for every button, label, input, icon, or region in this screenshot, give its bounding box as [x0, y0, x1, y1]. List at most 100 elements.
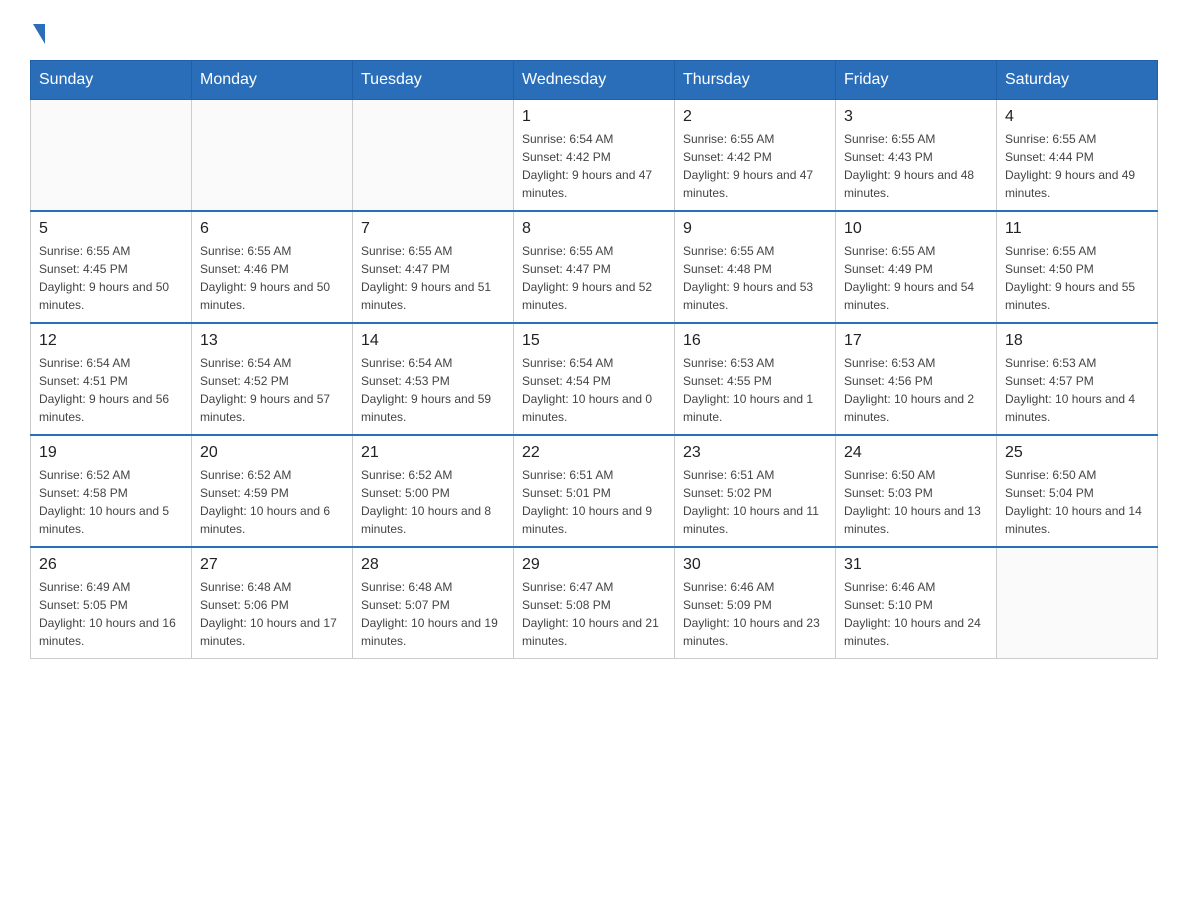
- day-info: Sunrise: 6:54 AM Sunset: 4:42 PM Dayligh…: [522, 130, 666, 202]
- weekday-header-friday: Friday: [836, 61, 997, 100]
- calendar-cell: 9 Sunrise: 6:55 AM Sunset: 4:48 PM Daylig…: [675, 211, 836, 323]
- day-number: 12: [39, 332, 183, 350]
- day-info: Sunrise: 6:51 AM Sunset: 5:02 PM Dayligh…: [683, 466, 827, 538]
- day-number: 7: [361, 220, 505, 238]
- day-info: Sunrise: 6:53 AM Sunset: 4:55 PM Dayligh…: [683, 354, 827, 426]
- day-info: Sunrise: 6:55 AM Sunset: 4:44 PM Dayligh…: [1005, 130, 1149, 202]
- weekday-header-sunday: Sunday: [31, 61, 192, 100]
- day-info: Sunrise: 6:55 AM Sunset: 4:47 PM Dayligh…: [522, 242, 666, 314]
- day-info: Sunrise: 6:54 AM Sunset: 4:52 PM Dayligh…: [200, 354, 344, 426]
- calendar-cell: 17Sunrise: 6:53 AM Sunset: 4:56 PM Dayli…: [836, 323, 997, 435]
- logo-line1: [30, 20, 45, 44]
- day-number: 11: [1005, 220, 1149, 238]
- day-number: 22: [522, 444, 666, 462]
- day-number: 13: [200, 332, 344, 350]
- calendar-cell: 15Sunrise: 6:54 AM Sunset: 4:54 PM Dayli…: [514, 323, 675, 435]
- day-number: 27: [200, 556, 344, 574]
- day-info: Sunrise: 6:55 AM Sunset: 4:47 PM Dayligh…: [361, 242, 505, 314]
- calendar-week-row: 19Sunrise: 6:52 AM Sunset: 4:58 PM Dayli…: [31, 435, 1158, 547]
- day-number: 30: [683, 556, 827, 574]
- day-number: 2: [683, 108, 827, 126]
- day-number: 23: [683, 444, 827, 462]
- weekday-header-tuesday: Tuesday: [353, 61, 514, 100]
- calendar-cell: 1 Sunrise: 6:54 AM Sunset: 4:42 PM Daylig…: [514, 100, 675, 212]
- day-number: 6: [200, 220, 344, 238]
- day-info: Sunrise: 6:54 AM Sunset: 4:54 PM Dayligh…: [522, 354, 666, 426]
- calendar-cell: 8 Sunrise: 6:55 AM Sunset: 4:47 PM Daylig…: [514, 211, 675, 323]
- calendar-cell: 23 Sunrise: 6:51 AM Sunset: 5:02 PM Dayli…: [675, 435, 836, 547]
- day-info: Sunrise: 6:52 AM Sunset: 4:58 PM Dayligh…: [39, 466, 183, 538]
- calendar-cell: 19Sunrise: 6:52 AM Sunset: 4:58 PM Dayli…: [31, 435, 192, 547]
- weekday-header-monday: Monday: [192, 61, 353, 100]
- calendar-cell: 25 Sunrise: 6:50 AM Sunset: 5:04 PM Dayli…: [997, 435, 1158, 547]
- calendar-cell: 12 Sunrise: 6:54 AM Sunset: 4:51 PM Dayli…: [31, 323, 192, 435]
- calendar-cell: [997, 547, 1158, 659]
- day-number: 4: [1005, 108, 1149, 126]
- day-info: Sunrise: 6:55 AM Sunset: 4:45 PM Dayligh…: [39, 242, 183, 314]
- calendar-cell: 6 Sunrise: 6:55 AM Sunset: 4:46 PM Daylig…: [192, 211, 353, 323]
- calendar-cell: 16Sunrise: 6:53 AM Sunset: 4:55 PM Dayli…: [675, 323, 836, 435]
- day-number: 20: [200, 444, 344, 462]
- day-info: Sunrise: 6:50 AM Sunset: 5:03 PM Dayligh…: [844, 466, 988, 538]
- day-info: Sunrise: 6:55 AM Sunset: 4:42 PM Dayligh…: [683, 130, 827, 202]
- calendar-week-row: 1 Sunrise: 6:54 AM Sunset: 4:42 PM Daylig…: [31, 100, 1158, 212]
- weekday-header-saturday: Saturday: [997, 61, 1158, 100]
- day-info: Sunrise: 6:52 AM Sunset: 5:00 PM Dayligh…: [361, 466, 505, 538]
- calendar-cell: 3 Sunrise: 6:55 AM Sunset: 4:43 PM Daylig…: [836, 100, 997, 212]
- day-info: Sunrise: 6:48 AM Sunset: 5:06 PM Dayligh…: [200, 578, 344, 650]
- day-info: Sunrise: 6:55 AM Sunset: 4:49 PM Dayligh…: [844, 242, 988, 314]
- calendar-cell: 27 Sunrise: 6:48 AM Sunset: 5:06 PM Dayli…: [192, 547, 353, 659]
- page-header: [30, 20, 1158, 40]
- calendar-cell: 30 Sunrise: 6:46 AM Sunset: 5:09 PM Dayli…: [675, 547, 836, 659]
- day-info: Sunrise: 6:50 AM Sunset: 5:04 PM Dayligh…: [1005, 466, 1149, 538]
- calendar-cell: 31 Sunrise: 6:46 AM Sunset: 5:10 PM Dayli…: [836, 547, 997, 659]
- day-number: 10: [844, 220, 988, 238]
- logo: [30, 20, 45, 40]
- day-number: 21: [361, 444, 505, 462]
- calendar-week-row: 26 Sunrise: 6:49 AM Sunset: 5:05 PM Dayli…: [31, 547, 1158, 659]
- day-info: Sunrise: 6:46 AM Sunset: 5:10 PM Dayligh…: [844, 578, 988, 650]
- day-info: Sunrise: 6:55 AM Sunset: 4:43 PM Dayligh…: [844, 130, 988, 202]
- day-info: Sunrise: 6:53 AM Sunset: 4:57 PM Dayligh…: [1005, 354, 1149, 426]
- calendar-week-row: 5Sunrise: 6:55 AM Sunset: 4:45 PM Daylig…: [31, 211, 1158, 323]
- weekday-header-wednesday: Wednesday: [514, 61, 675, 100]
- calendar-cell: 21 Sunrise: 6:52 AM Sunset: 5:00 PM Dayli…: [353, 435, 514, 547]
- calendar-cell: 14 Sunrise: 6:54 AM Sunset: 4:53 PM Dayli…: [353, 323, 514, 435]
- day-info: Sunrise: 6:53 AM Sunset: 4:56 PM Dayligh…: [844, 354, 988, 426]
- day-info: Sunrise: 6:49 AM Sunset: 5:05 PM Dayligh…: [39, 578, 183, 650]
- day-number: 26: [39, 556, 183, 574]
- day-info: Sunrise: 6:47 AM Sunset: 5:08 PM Dayligh…: [522, 578, 666, 650]
- day-number: 25: [1005, 444, 1149, 462]
- calendar-cell: 4 Sunrise: 6:55 AM Sunset: 4:44 PM Daylig…: [997, 100, 1158, 212]
- calendar-cell: [353, 100, 514, 212]
- day-number: 9: [683, 220, 827, 238]
- calendar-cell: 13 Sunrise: 6:54 AM Sunset: 4:52 PM Dayli…: [192, 323, 353, 435]
- day-number: 28: [361, 556, 505, 574]
- calendar-cell: 11Sunrise: 6:55 AM Sunset: 4:50 PM Dayli…: [997, 211, 1158, 323]
- calendar-week-row: 12 Sunrise: 6:54 AM Sunset: 4:51 PM Dayli…: [31, 323, 1158, 435]
- day-info: Sunrise: 6:55 AM Sunset: 4:48 PM Dayligh…: [683, 242, 827, 314]
- day-number: 14: [361, 332, 505, 350]
- calendar-cell: 26 Sunrise: 6:49 AM Sunset: 5:05 PM Dayli…: [31, 547, 192, 659]
- calendar-cell: [192, 100, 353, 212]
- day-info: Sunrise: 6:54 AM Sunset: 4:53 PM Dayligh…: [361, 354, 505, 426]
- day-number: 24: [844, 444, 988, 462]
- calendar-table: SundayMondayTuesdayWednesdayThursdayFrid…: [30, 60, 1158, 659]
- calendar-cell: 22 Sunrise: 6:51 AM Sunset: 5:01 PM Dayli…: [514, 435, 675, 547]
- day-number: 1: [522, 108, 666, 126]
- calendar-cell: 20Sunrise: 6:52 AM Sunset: 4:59 PM Dayli…: [192, 435, 353, 547]
- calendar-cell: 28 Sunrise: 6:48 AM Sunset: 5:07 PM Dayli…: [353, 547, 514, 659]
- calendar-cell: 24 Sunrise: 6:50 AM Sunset: 5:03 PM Dayli…: [836, 435, 997, 547]
- logo-arrow-icon: [33, 24, 45, 44]
- day-number: 8: [522, 220, 666, 238]
- day-info: Sunrise: 6:54 AM Sunset: 4:51 PM Dayligh…: [39, 354, 183, 426]
- calendar-cell: 7 Sunrise: 6:55 AM Sunset: 4:47 PM Daylig…: [353, 211, 514, 323]
- calendar-cell: 2 Sunrise: 6:55 AM Sunset: 4:42 PM Daylig…: [675, 100, 836, 212]
- day-info: Sunrise: 6:51 AM Sunset: 5:01 PM Dayligh…: [522, 466, 666, 538]
- weekday-header-row: SundayMondayTuesdayWednesdayThursdayFrid…: [31, 61, 1158, 100]
- day-number: 3: [844, 108, 988, 126]
- day-info: Sunrise: 6:55 AM Sunset: 4:46 PM Dayligh…: [200, 242, 344, 314]
- day-info: Sunrise: 6:48 AM Sunset: 5:07 PM Dayligh…: [361, 578, 505, 650]
- day-number: 31: [844, 556, 988, 574]
- day-info: Sunrise: 6:46 AM Sunset: 5:09 PM Dayligh…: [683, 578, 827, 650]
